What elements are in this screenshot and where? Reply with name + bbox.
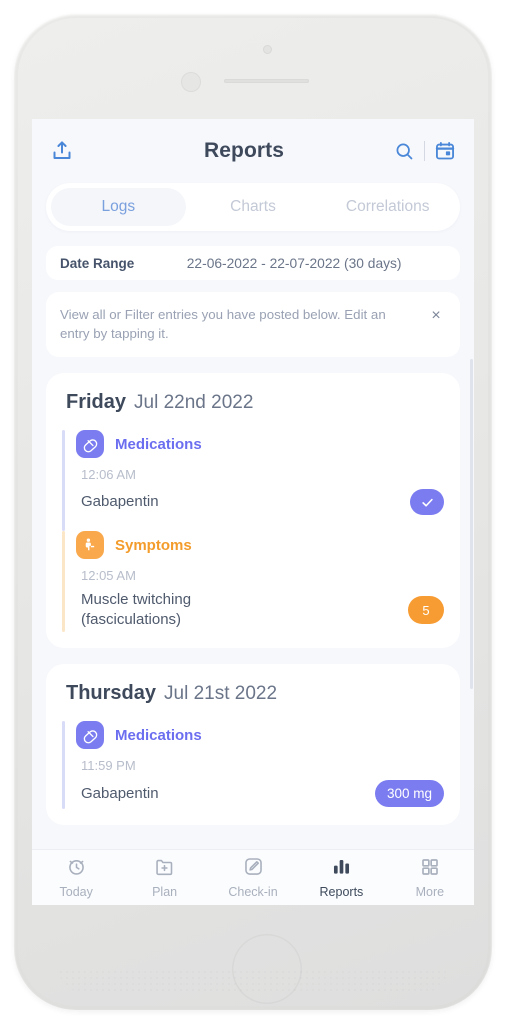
date-range-row[interactable]: Date Range 22-06-2022 - 22-07-2022 (30 d… [46, 246, 460, 280]
nav-item-reports[interactable]: Reports [297, 856, 385, 899]
entry-header: Medications [76, 430, 444, 458]
page-title: Reports [203, 139, 285, 162]
entry-row: Muscle twitching (fasciculations) 5 [81, 590, 444, 630]
info-banner: View all or Filter entries you have post… [46, 292, 460, 357]
entry-header: Medications [76, 721, 444, 749]
nav-label: Plan [152, 885, 178, 899]
nav-label: Check-in [228, 885, 278, 899]
day-date: Jul 22nd 2022 [134, 392, 254, 413]
log-entry[interactable]: Symptoms 12:05 AM Muscle twitching (fasc… [62, 531, 444, 632]
day-name: Thursday [66, 682, 157, 704]
entry-row: Gabapentin 300 mg [81, 780, 444, 807]
log-list: Friday Jul 22nd 2022 Medications 12:06 A… [32, 357, 474, 825]
nav-item-more[interactable]: More [386, 857, 474, 899]
entry-time: 12:05 AM [81, 568, 136, 583]
search-icon[interactable] [394, 141, 415, 162]
nav-label: More [415, 884, 445, 899]
entry-body: 12:05 AM Muscle twitching (fasciculation… [76, 568, 444, 630]
pill-capsule-icon [76, 430, 104, 458]
alarm-clock-icon [66, 856, 87, 882]
upload-share-icon[interactable] [50, 139, 74, 163]
date-range-label: Date Range [60, 255, 135, 271]
header-right-group [368, 140, 456, 162]
status-badge[interactable] [410, 489, 444, 515]
day-heading: Thursday Jul 21st 2022 [62, 682, 444, 705]
entry-time: 12:06 AM [81, 467, 136, 482]
earpiece-speaker [224, 79, 309, 83]
nav-item-today[interactable]: Today [32, 856, 120, 899]
entry-accent-bar [62, 531, 65, 632]
date-range-value: 22-06-2022 - 22-07-2022 (30 days) [186, 255, 402, 271]
calendar-icon[interactable] [434, 140, 456, 162]
scrollbar[interactable] [470, 359, 473, 689]
header-divider [424, 141, 425, 161]
dose-badge[interactable]: 300 mg [374, 780, 444, 807]
tab-correlations[interactable]: Correlations [320, 188, 455, 226]
bottom-navigation: Today Plan Check-in Reports More [32, 849, 474, 905]
severity-badge[interactable]: 5 [408, 596, 444, 624]
tabs-container: Logs Charts Correlations [32, 183, 474, 231]
app-header: Reports [32, 119, 474, 183]
close-icon[interactable]: × [426, 307, 446, 327]
day-card: Thursday Jul 21st 2022 Medications 11:59… [46, 664, 460, 825]
nav-item-plan[interactable]: Plan [120, 856, 208, 899]
day-date: Jul 21st 2022 [164, 683, 278, 704]
app-screen: Reports Logs Charts Correlations Date Ra… [32, 119, 474, 905]
folder-plus-icon [154, 856, 175, 882]
proximity-sensor-icon [181, 72, 201, 92]
entry-body: 11:59 PM Gabapentin 300 mg [76, 758, 444, 807]
tab-charts[interactable]: Charts [186, 188, 321, 226]
grid-squares-icon [420, 857, 440, 882]
entry-name: Gabapentin [81, 784, 159, 802]
pill-capsule-icon [76, 721, 104, 749]
bottom-texture [59, 970, 447, 992]
bar-chart-icon [331, 856, 352, 882]
entry-category: Medications [115, 435, 202, 453]
day-heading: Friday Jul 22nd 2022 [62, 391, 444, 414]
day-card: Friday Jul 22nd 2022 Medications 12:06 A… [46, 373, 460, 648]
entry-row: Gabapentin [81, 489, 444, 515]
entry-time: 11:59 PM [81, 758, 136, 773]
entry-name: Gabapentin [81, 493, 159, 510]
log-entry[interactable]: Medications 12:06 AM Gabapentin [62, 430, 444, 531]
nav-label: Reports [319, 885, 364, 899]
entry-name: Muscle twitching (fasciculations) [81, 591, 192, 628]
tab-bar: Logs Charts Correlations [46, 183, 460, 231]
tab-logs[interactable]: Logs [51, 188, 186, 226]
entry-body: 12:06 AM Gabapentin [76, 467, 444, 515]
header-left-group [50, 139, 120, 163]
home-button[interactable] [232, 934, 302, 1004]
entry-header: Symptoms [76, 531, 444, 559]
front-camera-icon [263, 45, 272, 54]
body-symptom-icon [76, 531, 104, 559]
pencil-square-icon [243, 856, 264, 882]
entry-accent-bar [62, 721, 65, 809]
entry-category: Medications [115, 726, 202, 744]
nav-label: Today [59, 885, 93, 899]
entry-accent-bar [62, 430, 65, 531]
info-banner-text: View all or Filter entries you have post… [60, 307, 386, 341]
nav-item-checkin[interactable]: Check-in [209, 856, 297, 899]
log-entry[interactable]: Medications 11:59 PM Gabapentin 300 mg [62, 721, 444, 809]
day-name: Friday [66, 391, 127, 413]
entry-category: Symptoms [115, 536, 192, 554]
